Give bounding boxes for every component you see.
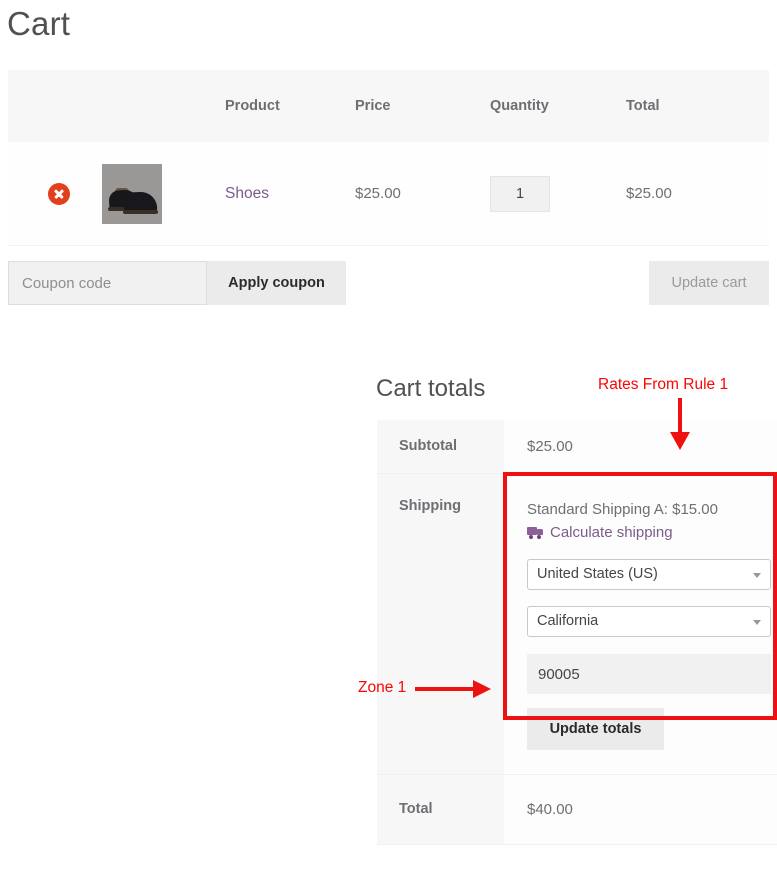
header-price: Price [355, 98, 391, 114]
shipping-row: Shipping Standard Shipping A: $15.00 Cal… [377, 474, 777, 775]
shipping-value: Standard Shipping A: $15.00 Calculate sh… [504, 474, 777, 774]
thumbnail-cell [100, 163, 225, 224]
update-cart-button[interactable]: Update cart [649, 261, 769, 305]
state-select-value: California [537, 613, 599, 629]
postcode-input[interactable] [527, 654, 771, 694]
cart-table: Product Price Quantity Total Shoes $25.0… [8, 70, 769, 305]
product-thumbnail-icon[interactable] [102, 163, 162, 224]
total-value: $40.00 [504, 775, 777, 844]
state-select[interactable]: California [527, 606, 771, 637]
total-row: Total $40.00 [377, 775, 777, 845]
subtotal-value: $25.00 [504, 420, 777, 473]
annotation-rates-label: Rates From Rule 1 [598, 376, 729, 393]
calculate-shipping-link[interactable]: Calculate shipping [527, 524, 673, 541]
annotation-arrow-down-icon [670, 398, 690, 450]
table-row: Shoes $25.00 $25.00 [8, 142, 769, 246]
shipping-label: Shipping [377, 474, 504, 774]
update-totals-button[interactable]: Update totals [527, 708, 664, 750]
chevron-down-icon [753, 573, 761, 578]
product-name-cell: Shoes [225, 185, 355, 203]
cart-totals-title: Cart totals [376, 375, 486, 402]
country-select-value: United States (US) [537, 566, 658, 582]
product-link[interactable]: Shoes [225, 185, 269, 202]
truck-icon [527, 526, 544, 539]
header-quantity: Quantity [490, 98, 549, 114]
page-title: Cart [7, 5, 71, 42]
cart-totals-table: Subtotal $25.00 Shipping Standard Shippi… [377, 420, 777, 845]
calculate-shipping-label: Calculate shipping [550, 524, 673, 541]
coupon-code-input[interactable] [8, 261, 207, 305]
quantity-input[interactable] [490, 175, 550, 212]
quantity-cell [490, 175, 626, 212]
header-total: Total [626, 98, 660, 114]
total-label: Total [377, 775, 504, 844]
cart-table-header: Product Price Quantity Total [8, 70, 769, 142]
annotation-arrow-right-icon [415, 680, 495, 698]
header-product: Product [225, 98, 280, 114]
product-price: $25.00 [355, 185, 401, 202]
remove-item-icon[interactable] [48, 182, 70, 205]
annotation-zone-label: Zone 1 [358, 679, 407, 696]
shipping-method-label: Standard Shipping A: $15.00 [527, 501, 718, 518]
apply-coupon-button[interactable]: Apply coupon [207, 261, 346, 305]
remove-cell [8, 182, 100, 205]
coupon-row: Apply coupon Update cart [8, 261, 769, 305]
country-select[interactable]: United States (US) [527, 559, 771, 590]
chevron-down-icon [753, 620, 761, 625]
product-line-total: $25.00 [626, 185, 672, 202]
subtotal-row: Subtotal $25.00 [377, 420, 777, 474]
subtotal-label: Subtotal [377, 420, 504, 473]
